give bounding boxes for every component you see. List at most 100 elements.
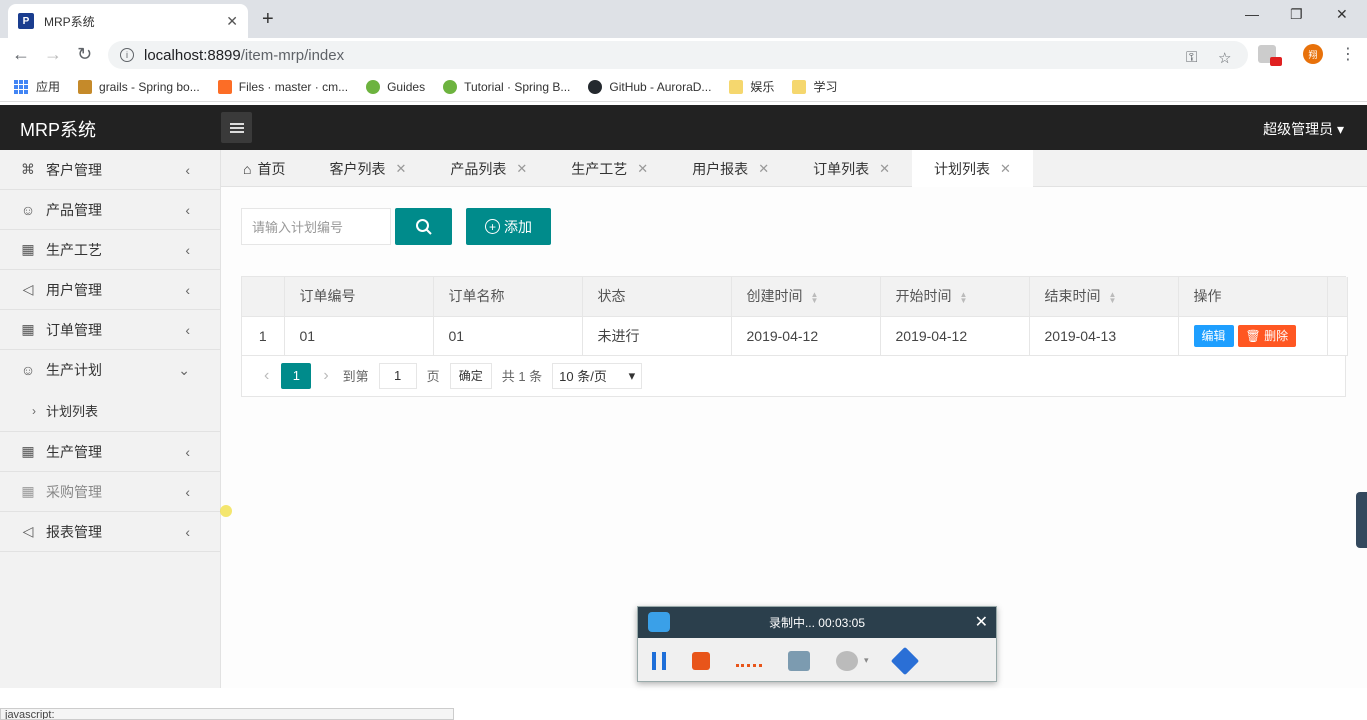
audio-level-icon bbox=[736, 664, 762, 667]
draw-button[interactable] bbox=[890, 646, 919, 675]
bookmark-guides[interactable]: Guides bbox=[366, 79, 425, 94]
side-drawer-handle[interactable] bbox=[1356, 492, 1367, 548]
add-button[interactable]: + 添加 bbox=[466, 208, 551, 245]
delete-button[interactable]: 🗑 删除 bbox=[1237, 324, 1297, 347]
close-icon[interactable]: ✕ bbox=[637, 161, 648, 177]
chevron-left-icon: ‹ bbox=[185, 161, 190, 178]
audio-level-button[interactable] bbox=[736, 654, 762, 667]
chevron-left-icon: ‹ bbox=[185, 281, 190, 298]
sidebar-subitem-plan-list[interactable]: › 计划列表 bbox=[0, 390, 220, 432]
tab-process[interactable]: 生产工艺 ✕ bbox=[549, 150, 670, 187]
sidebar-item-plan[interactable]: ☺ 生产计划 ⌄ bbox=[0, 350, 220, 390]
forward-icon[interactable]: → bbox=[44, 44, 62, 65]
close-icon[interactable]: ✕ bbox=[395, 161, 406, 177]
sort-icon[interactable]: ▲ ▼ bbox=[960, 290, 968, 304]
user-icon: ☺ bbox=[20, 362, 36, 378]
next-page-icon[interactable]: › bbox=[323, 367, 328, 385]
bookmark-gitlab[interactable]: Files · master · cm... bbox=[217, 79, 348, 94]
cell-order-no: 01 bbox=[284, 316, 434, 356]
edit-button[interactable]: 编辑 bbox=[1193, 324, 1234, 347]
tab-home[interactable]: ⌂ 首页 bbox=[221, 150, 307, 187]
tab-label: 产品列表 bbox=[450, 160, 507, 177]
bookmark-folder-entertainment[interactable]: 娱乐 bbox=[729, 78, 774, 95]
tab-product-list[interactable]: 产品列表 ✕ bbox=[428, 150, 549, 187]
page-size-select[interactable]: 10 条/页 ▾ bbox=[552, 362, 643, 389]
column-header-sortable[interactable]: 创建时间 ▲ ▼ bbox=[731, 277, 881, 317]
folder-icon bbox=[792, 79, 807, 94]
chevron-right-icon: › bbox=[32, 403, 36, 418]
reload-icon[interactable]: ↻ bbox=[77, 44, 92, 65]
bookmark-github[interactable]: GitHub - AuroraD... bbox=[588, 79, 711, 94]
chrome-menu-icon[interactable]: ⋮ bbox=[1340, 44, 1356, 64]
column-header-label: 结束时间 bbox=[1044, 288, 1101, 305]
sidebar-item-label: 用户管理 bbox=[46, 281, 102, 298]
search-button[interactable] bbox=[395, 208, 452, 245]
sidebar-item-customer[interactable]: ⌘ 客户管理 ‹ bbox=[0, 150, 220, 190]
tab-label: 用户报表 bbox=[692, 160, 749, 177]
goto-page-input[interactable]: 1 bbox=[378, 362, 417, 389]
sort-icon[interactable]: ▲ ▼ bbox=[811, 290, 819, 304]
bookmark-tutorial[interactable]: Tutorial · Spring B... bbox=[443, 79, 571, 94]
sidebar-item-label: 产品管理 bbox=[46, 201, 102, 218]
sidebar-item-purchase[interactable]: ▦ 采购管理 ‹ bbox=[0, 472, 220, 512]
sidebar-item-product[interactable]: ☺ 产品管理 ‹ bbox=[0, 190, 220, 230]
recorder-toolbar: ▾ bbox=[638, 638, 996, 683]
bookmark-folder-study[interactable]: 学习 bbox=[792, 78, 837, 95]
home-icon: ⌂ bbox=[243, 160, 252, 177]
minimize-icon[interactable]: — bbox=[1245, 6, 1259, 22]
cursor-effect-icon bbox=[788, 650, 810, 671]
info-icon[interactable]: i bbox=[120, 48, 134, 62]
calendar-icon: ▦ bbox=[21, 321, 35, 337]
sidebar-item-orders[interactable]: ▦ 订单管理 ‹ bbox=[0, 310, 220, 350]
restore-icon[interactable]: ❐ bbox=[1290, 6, 1303, 23]
user-menu[interactable]: 超级管理员 ▾ bbox=[1263, 119, 1344, 139]
webcam-icon bbox=[836, 650, 858, 671]
window-close-icon[interactable]: ✕ bbox=[1336, 6, 1348, 23]
close-icon[interactable]: ✕ bbox=[1000, 161, 1011, 177]
sidebar-item-production[interactable]: ▦ 生产管理 ‹ bbox=[0, 432, 220, 472]
bookmark-label: grails - Spring bo... bbox=[99, 79, 200, 94]
key-icon[interactable]: ⚿ bbox=[1186, 49, 1197, 66]
bookmark-apps[interactable]: 应用 bbox=[14, 78, 60, 95]
column-header-label: 创建时间 bbox=[746, 288, 803, 305]
close-icon[interactable]: ✕ bbox=[758, 161, 769, 177]
sidebar-item-process[interactable]: ▦ 生产工艺 ‹ bbox=[0, 230, 220, 270]
sort-icon[interactable]: ▲ ▼ bbox=[1109, 290, 1117, 304]
dropdown-arrow-icon[interactable]: ▾ bbox=[864, 655, 869, 666]
current-page[interactable]: 1 bbox=[281, 362, 312, 389]
sidebar-item-label: 采购管理 bbox=[46, 483, 102, 500]
tab-user-report[interactable]: 用户报表 ✕ bbox=[670, 150, 791, 187]
close-icon[interactable]: ✕ bbox=[975, 612, 988, 632]
new-tab-icon[interactable]: + bbox=[262, 8, 274, 31]
screen-recorder-widget: 录制中... 00:03:05 ✕ ▾ bbox=[637, 606, 997, 682]
sidebar-item-reports[interactable]: ◁ 报表管理 ‹ bbox=[0, 512, 220, 552]
cursor-effect-button[interactable] bbox=[788, 650, 810, 671]
cursor-highlight bbox=[220, 505, 232, 517]
profile-avatar[interactable]: 翔 bbox=[1303, 44, 1323, 64]
browser-tab[interactable]: P MRP系统 ✕ bbox=[8, 4, 248, 38]
star-icon[interactable]: ☆ bbox=[1218, 49, 1231, 67]
stop-button[interactable] bbox=[692, 651, 710, 670]
search-input[interactable]: 请输入计划编号 bbox=[241, 208, 391, 245]
close-icon[interactable]: ✕ bbox=[516, 161, 527, 177]
tab-plan-list[interactable]: 计划列表 ✕ bbox=[912, 150, 1033, 187]
back-icon[interactable]: ← bbox=[12, 44, 30, 65]
content-tabbar: ⌂ 首页 客户列表 ✕ 产品列表 ✕ 生产工艺 ✕ 用户报表 ✕ 订单列表 ✕ … bbox=[221, 150, 1367, 187]
tab-favicon-icon: P bbox=[18, 13, 34, 29]
tab-order-list[interactable]: 订单列表 ✕ bbox=[791, 150, 912, 187]
prev-page-icon[interactable]: ‹ bbox=[264, 367, 269, 385]
sidebar-item-users[interactable]: ◁ 用户管理 ‹ bbox=[0, 270, 220, 310]
tab-close-icon[interactable]: ✕ bbox=[226, 13, 238, 30]
menu-toggle-icon[interactable] bbox=[221, 112, 252, 143]
bookmark-label: Tutorial · Spring B... bbox=[464, 79, 571, 94]
pause-button[interactable] bbox=[652, 651, 666, 670]
column-header-sortable[interactable]: 结束时间 ▲ ▼ bbox=[1029, 277, 1179, 317]
omnibox[interactable]: i localhost:8899/item-mrp/index ⚿ ☆ bbox=[108, 41, 1248, 69]
close-icon[interactable]: ✕ bbox=[879, 161, 890, 177]
extension-badge-icon bbox=[1270, 57, 1282, 66]
webcam-button[interactable]: ▾ bbox=[836, 650, 869, 671]
column-header-sortable[interactable]: 开始时间 ▲ ▼ bbox=[880, 277, 1030, 317]
bookmark-grails[interactable]: grails - Spring bo... bbox=[78, 79, 200, 94]
tab-customer-list[interactable]: 客户列表 ✕ bbox=[307, 150, 428, 187]
goto-confirm-button[interactable]: 确定 bbox=[449, 362, 492, 389]
